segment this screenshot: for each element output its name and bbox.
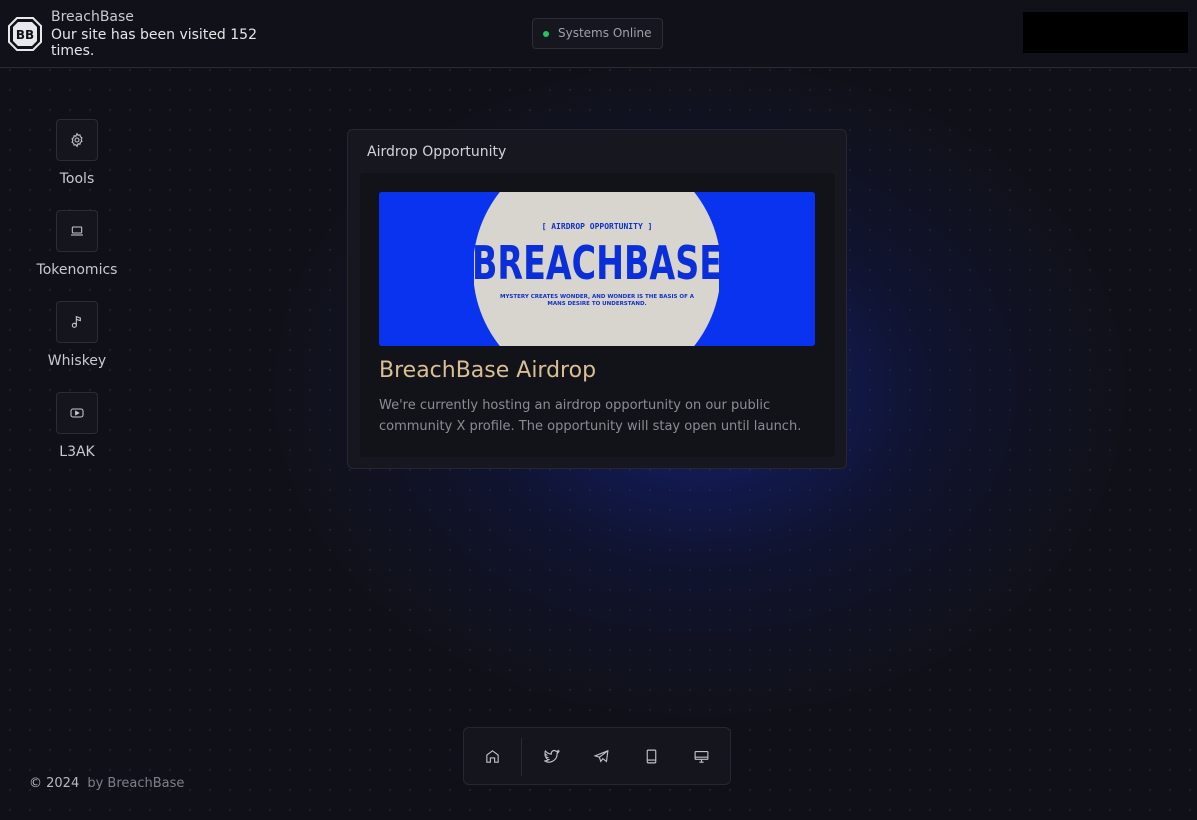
twitter-icon (543, 748, 560, 763)
logo-text: BB (16, 28, 34, 42)
sidebar-button-tokenomics[interactable] (56, 210, 98, 252)
wallet-button[interactable] (1023, 12, 1188, 53)
status-text: Systems Online (558, 26, 652, 40)
banner-caption-line1: MYSTERY CREATES WONDER, AND WONDER IS TH… (500, 294, 695, 300)
brand-name: BreachBase (51, 9, 134, 25)
top-bar: BB BreachBase Our site has been visited … (0, 0, 1197, 68)
sidebar-item-l3ak[interactable]: L3AK (30, 392, 124, 460)
sidebar-button-whiskey[interactable] (56, 301, 98, 343)
sidebar-label-l3ak: L3AK (59, 444, 95, 460)
airdrop-panel: Airdrop Opportunity [ AIRDROP OPPORTUNIT… (347, 129, 847, 469)
dock-home-button[interactable] (478, 742, 506, 770)
sidebar-button-l3ak[interactable] (56, 392, 98, 434)
dock-telegram-button[interactable] (587, 742, 615, 770)
dock-separator (521, 738, 522, 776)
monitor-icon (694, 750, 708, 763)
footer-copyright: © 2024 (29, 776, 80, 791)
dock-monitor-button[interactable] (687, 742, 715, 770)
banner-top-text: [ AIRDROP OPPORTUNITY ] (542, 222, 653, 231)
panel-title: Airdrop Opportunity (367, 144, 507, 160)
visit-counter: Our site has been visited 152 times. (51, 27, 257, 59)
status-badge: Systems Online (532, 18, 663, 49)
sidebar-button-tools[interactable] (56, 119, 98, 161)
youtube-icon (70, 408, 84, 418)
sidebar-item-whiskey[interactable]: Whiskey (30, 301, 124, 369)
sidebar-label-whiskey: Whiskey (47, 353, 107, 369)
sidebar-item-tools[interactable]: Tools (30, 119, 124, 187)
bottom-dock (463, 727, 731, 785)
music-note-icon (71, 315, 81, 328)
logo[interactable]: BB (8, 17, 42, 51)
sidebar-label-tokenomics: Tokenomics (36, 262, 118, 278)
dock-tablet-button[interactable] (637, 742, 665, 770)
sidebar-label-tools: Tools (59, 171, 95, 187)
card-description: We're currently hosting an airdrop oppor… (379, 398, 802, 434)
tablet-icon (646, 749, 656, 763)
telegram-icon (592, 749, 609, 763)
banner-big-text: BREACHBASE (472, 236, 722, 290)
airdrop-card[interactable]: [ AIRDROP OPPORTUNITY ] BREACHBASE MYSTE… (360, 173, 835, 457)
footer-credit: by BreachBase (87, 776, 185, 791)
home-icon (485, 749, 499, 763)
dock-twitter-button[interactable] (537, 742, 565, 770)
banner-caption-line2: MANS DESIRE TO UNDERSTAND. (547, 301, 646, 307)
airdrop-banner-image: [ AIRDROP OPPORTUNITY ] BREACHBASE MYSTE… (379, 192, 815, 346)
footer: © 2024 by BreachBase (29, 776, 184, 791)
sidebar-item-tokenomics[interactable]: Tokenomics (30, 210, 124, 278)
status-dot-icon (543, 31, 549, 37)
card-title: BreachBase Airdrop (379, 358, 597, 383)
laptop-icon (71, 226, 83, 236)
gear-icon (71, 132, 83, 148)
